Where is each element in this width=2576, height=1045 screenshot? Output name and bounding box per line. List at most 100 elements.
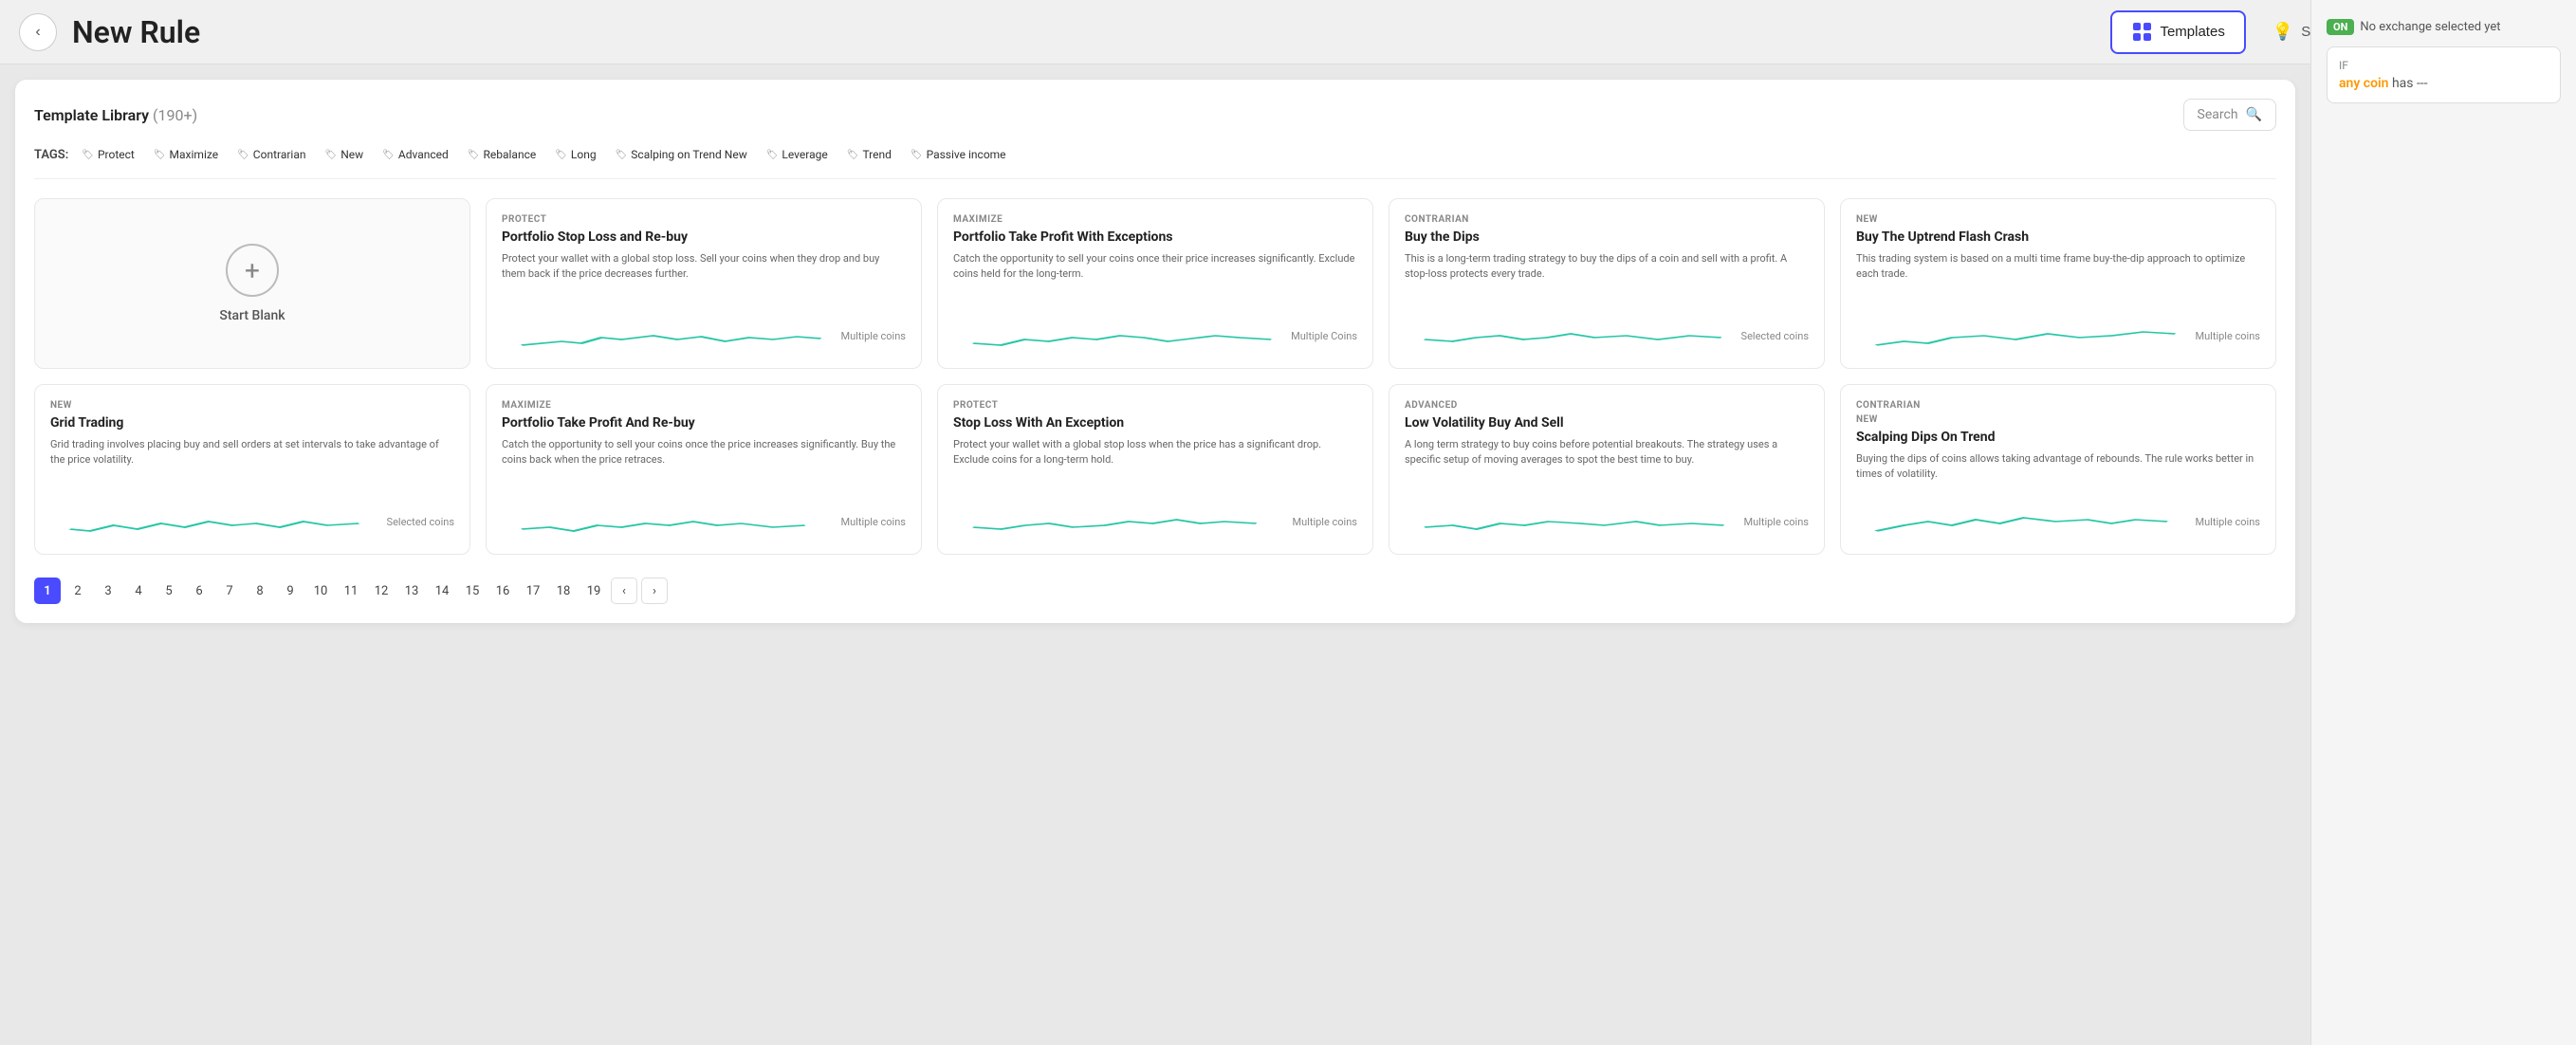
card-desc: Buying the dips of coins allows taking a…: [1856, 451, 2260, 481]
prev-page-button[interactable]: ‹: [611, 578, 637, 604]
card-chart: [502, 319, 841, 353]
card-title: Stop Loss With An Exception: [953, 414, 1357, 431]
buy-uptrend-card[interactable]: NEW Buy The Uptrend Flash Crash This tra…: [1840, 198, 2276, 369]
tag-icon: 🏷: [82, 150, 94, 160]
page-title: New Rule: [72, 14, 2095, 50]
card-coins: Multiple coins: [2196, 330, 2261, 342]
plus-icon: +: [226, 244, 279, 297]
tag-contrarian[interactable]: 🏷Contrarian: [231, 146, 311, 163]
card-coins: Multiple coins: [1744, 516, 1810, 528]
card-footer: Multiple coins: [1856, 504, 2260, 539]
tag-icon: 🏷: [237, 150, 249, 160]
portfolio-stop-loss-card[interactable]: PROTECT Portfolio Stop Loss and Re-buy P…: [486, 198, 922, 369]
page-3[interactable]: 3: [95, 578, 121, 604]
card-tag: PROTECT: [502, 214, 906, 225]
card-coins: Selected coins: [1741, 330, 1809, 342]
tag-icon: 🏷: [616, 150, 628, 160]
buy-dips-card[interactable]: CONTRARIAN Buy the Dips This is a long-t…: [1389, 198, 1825, 369]
start-blank-card[interactable]: + Start Blank: [34, 198, 470, 369]
page-9[interactable]: 9: [277, 578, 304, 604]
card-tag: MAXIMIZE: [502, 400, 906, 411]
tag-advanced[interactable]: 🏷Advanced: [377, 146, 454, 163]
card-title: Buy The Uptrend Flash Crash: [1856, 229, 2260, 246]
has-text: has ---: [2392, 76, 2428, 91]
start-blank-label: Start Blank: [219, 308, 285, 323]
page-18[interactable]: 18: [550, 578, 577, 604]
card-tag: CONTRARIAN: [1405, 214, 1809, 225]
card-title: Portfolio Stop Loss and Re-buy: [502, 229, 906, 246]
page-13[interactable]: 13: [398, 578, 425, 604]
tag-leverage[interactable]: 🏷Leverage: [761, 146, 834, 163]
card-desc: This trading system is based on a multi …: [1856, 251, 2260, 281]
card-desc: This is a long-term trading strategy to …: [1405, 251, 1809, 281]
page-8[interactable]: 8: [247, 578, 273, 604]
search-box[interactable]: Search 🔍: [2183, 99, 2276, 131]
low-volatility-card[interactable]: ADVANCED Low Volatility Buy And Sell A l…: [1389, 384, 1825, 555]
card-title: Portfolio Take Profit And Re-buy: [502, 414, 906, 431]
page-5[interactable]: 5: [156, 578, 182, 604]
main-content: Template Library (190+) Search 🔍 TAGS: 🏷…: [0, 80, 2310, 623]
card-chart: [953, 504, 1293, 539]
page-14[interactable]: 14: [429, 578, 455, 604]
tag-long[interactable]: 🏷Long: [549, 146, 601, 163]
tag-icon: 🏷: [382, 150, 395, 160]
card-footer: Multiple coins: [1856, 319, 2260, 353]
card-title: Portfolio Take Profit With Exceptions: [953, 229, 1357, 246]
tag-trend[interactable]: 🏷Trend: [841, 146, 897, 163]
page-4[interactable]: 4: [125, 578, 152, 604]
card-tag-new: NEW: [1856, 414, 2260, 425]
tag-rebalance[interactable]: 🏷Rebalance: [462, 146, 542, 163]
card-chart: [1405, 319, 1741, 353]
card-desc: Grid trading involves placing buy and se…: [50, 437, 454, 467]
stop-loss-exception-card[interactable]: PROTECT Stop Loss With An Exception Prot…: [937, 384, 1373, 555]
library-title-text: Template Library: [34, 106, 149, 124]
page-2[interactable]: 2: [64, 578, 91, 604]
bulb-icon: 💡: [2272, 22, 2293, 42]
card-tag: PROTECT: [953, 400, 1357, 411]
card-chart: [1405, 504, 1744, 539]
library-title: Template Library (190+): [34, 106, 197, 124]
page-17[interactable]: 17: [520, 578, 546, 604]
page-15[interactable]: 15: [459, 578, 486, 604]
tag-maximize[interactable]: 🏷Maximize: [148, 146, 224, 163]
portfolio-take-profit-card[interactable]: MAXIMIZE Portfolio Take Profit With Exce…: [937, 198, 1373, 369]
tag-protect[interactable]: 🏷Protect: [76, 146, 140, 163]
page-19[interactable]: 19: [580, 578, 607, 604]
card-chart: [1856, 319, 2196, 353]
templates-button[interactable]: Templates: [2110, 10, 2245, 54]
tag-new[interactable]: 🏷New: [320, 146, 370, 163]
tag-passive-income[interactable]: 🏷Passive income: [905, 146, 1012, 163]
if-value: any coin has ---: [2339, 76, 2548, 91]
page-10[interactable]: 10: [307, 578, 334, 604]
grid-trading-card[interactable]: NEW Grid Trading Grid trading involves p…: [34, 384, 470, 555]
page-6[interactable]: 6: [186, 578, 212, 604]
card-tag: ADVANCED: [1405, 400, 1809, 411]
card-footer: Multiple coins: [1405, 504, 1809, 539]
card-desc: Catch the opportunity to sell your coins…: [502, 437, 906, 467]
page-16[interactable]: 16: [489, 578, 516, 604]
side-panel: ON No exchange selected yet IF any coin …: [2310, 0, 2576, 1045]
page-7[interactable]: 7: [216, 578, 243, 604]
no-exchange-text: No exchange selected yet: [2360, 20, 2500, 34]
search-icon: 🔍: [2246, 107, 2262, 122]
page-12[interactable]: 12: [368, 578, 395, 604]
card-chart: [502, 504, 841, 539]
tag-scalping-on-trend[interactable]: 🏷Scalping on Trend New: [610, 146, 753, 163]
scalping-dips-card[interactable]: CONTRARIAN NEW Scalping Dips On Trend Bu…: [1840, 384, 2276, 555]
templates-label: Templates: [2160, 24, 2224, 40]
portfolio-take-profit-rebuy-card[interactable]: MAXIMIZE Portfolio Take Profit And Re-bu…: [486, 384, 922, 555]
page-1[interactable]: 1: [34, 578, 61, 604]
on-toggle[interactable]: ON: [2327, 19, 2354, 35]
back-button[interactable]: ‹: [19, 13, 57, 51]
card-tag: NEW: [50, 400, 454, 411]
page-11[interactable]: 11: [338, 578, 364, 604]
header: ‹ New Rule Templates 💡 Smart Guide View …: [0, 0, 2576, 64]
if-rule-block: IF any coin has ---: [2327, 46, 2561, 103]
card-coins: Multiple Coins: [1291, 330, 1357, 342]
tags-label: TAGS:: [34, 148, 68, 162]
next-page-button[interactable]: ›: [641, 578, 668, 604]
tag-icon: 🏷: [154, 150, 166, 160]
card-desc: Protect your wallet with a global stop l…: [502, 251, 906, 281]
card-footer: Multiple coins: [502, 504, 906, 539]
card-coins: Selected coins: [387, 516, 454, 528]
